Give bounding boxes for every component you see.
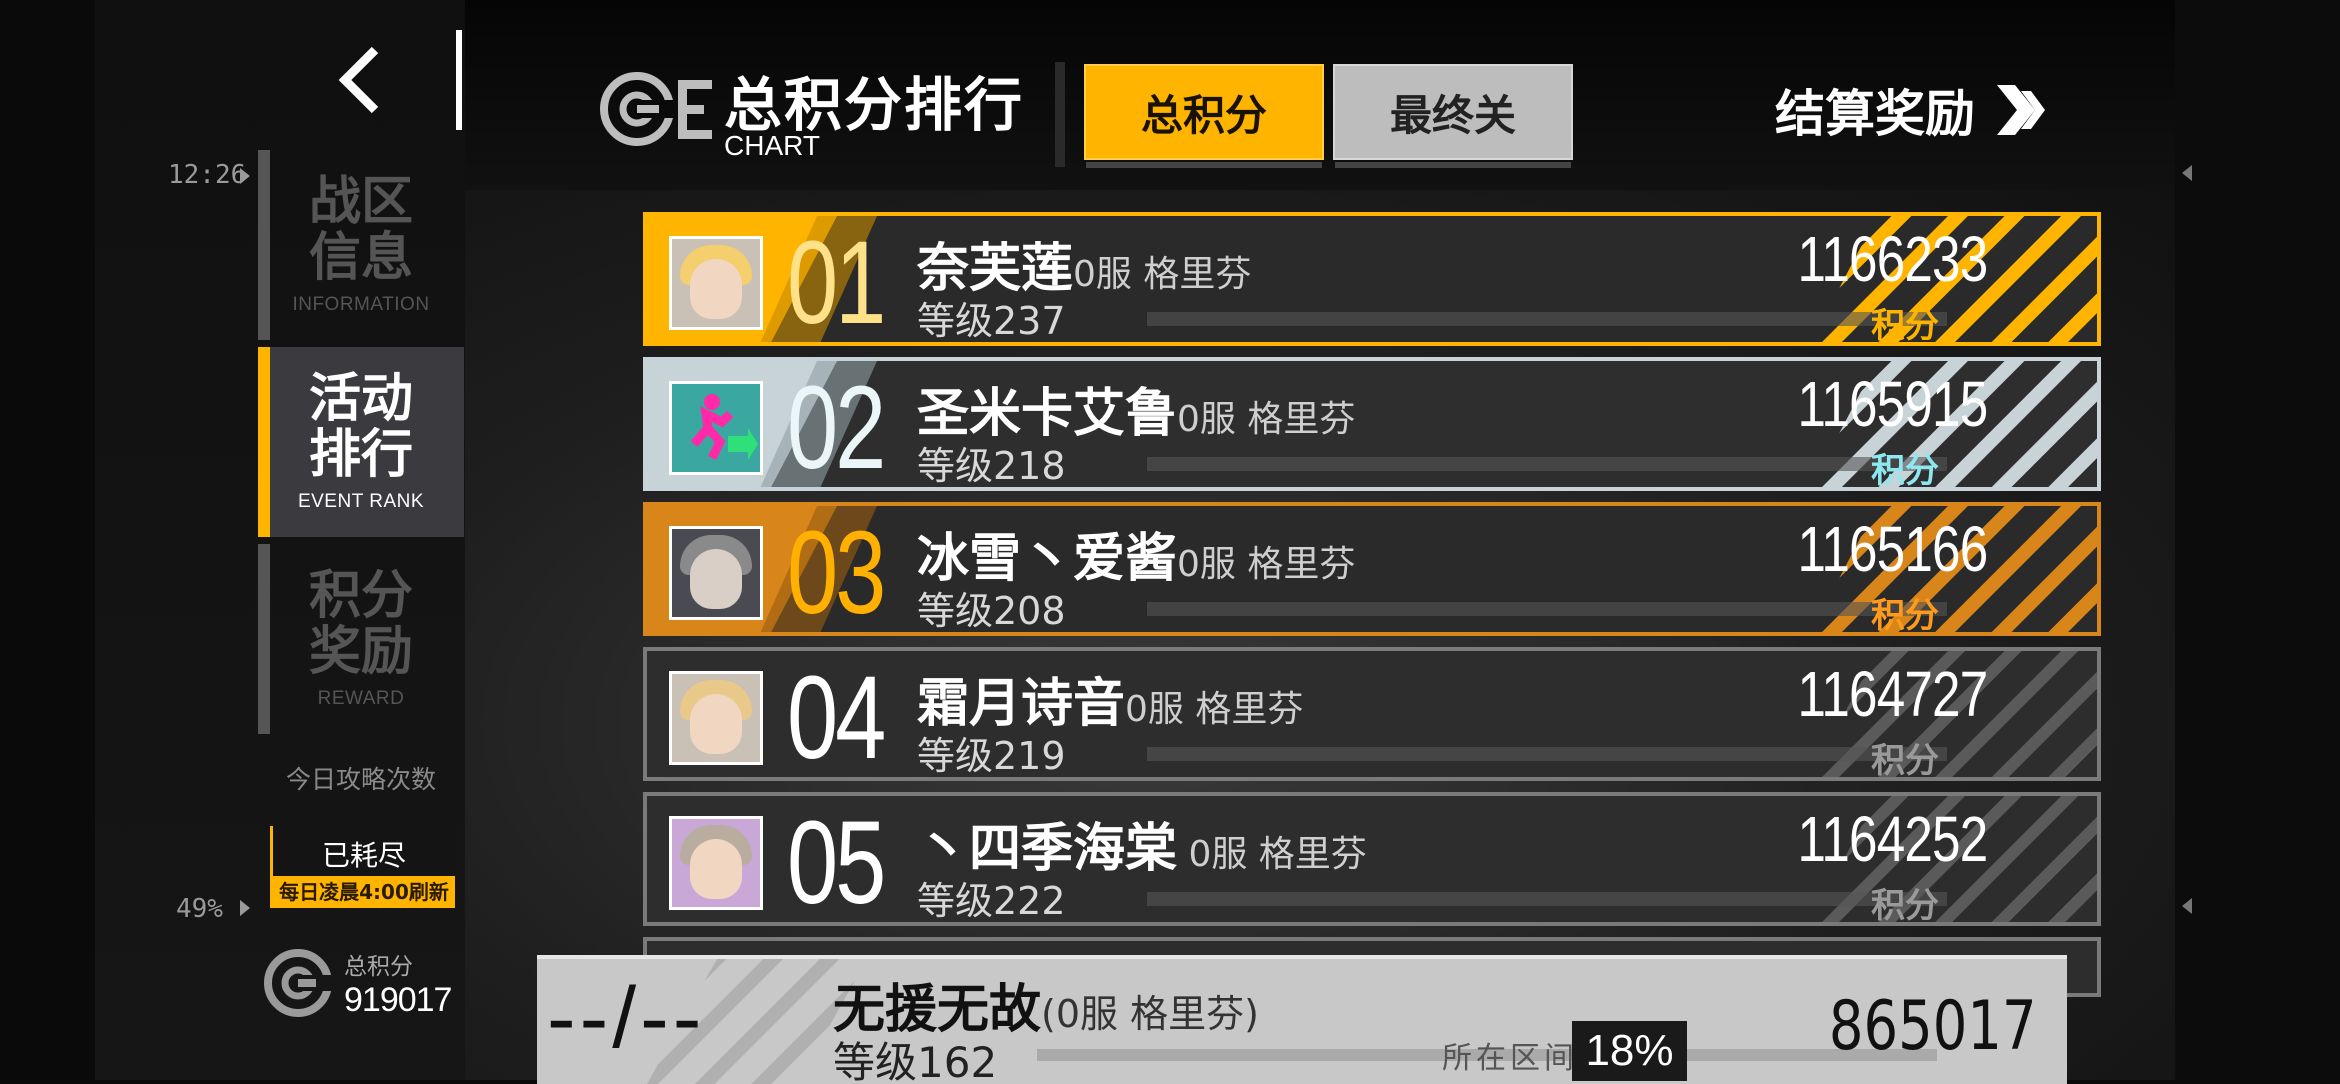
attempts-label: 今日攻略次数 (285, 765, 436, 794)
score-label: 积分 (1871, 596, 1939, 636)
player-level: 等级208 (917, 589, 1066, 633)
percentile-badge: 18% (1572, 1021, 1687, 1081)
rank-number: 01 (787, 217, 886, 346)
reward-button-label: 结算奖励 (1775, 84, 1975, 143)
my-level: 等级162 (833, 1038, 998, 1084)
player-level: 等级237 (917, 299, 1066, 343)
player-score: 1166233 (1797, 223, 1988, 295)
double-chevron-right-icon (1997, 85, 2045, 135)
edge-marker-icon (2182, 165, 2192, 181)
score-logo-icon (264, 949, 332, 1017)
player-level: 等级222 (917, 879, 1066, 923)
chevron-left-icon (338, 46, 379, 114)
rank-row-2[interactable]: 02 圣米卡艾鲁0服 格里芬 等级218 1165915 积分 (643, 357, 2101, 491)
player-score: 1164252 (1797, 803, 1988, 875)
nav-sublabel: REWARD (317, 688, 405, 709)
refresh-note: 每日凌晨4:00刷新 (273, 876, 455, 908)
nav-indicator (258, 347, 270, 537)
nav-label: 积分 奖励 (308, 565, 413, 682)
rank-row-4[interactable]: 04 霜月诗音0服 格里芬 等级219 1164727 积分 (643, 647, 2101, 781)
avatar (669, 236, 763, 330)
player-level: 等级218 (917, 444, 1066, 488)
total-score-box: 总积分 919017 (262, 938, 466, 1028)
nav-label: 战区 信息 (308, 171, 413, 288)
rank-row-5[interactable]: 05 丶四季海棠 0服 格里芬 等级222 1164252 积分 (643, 792, 2101, 926)
battery-readout: 49% (176, 894, 223, 924)
rank-number: 03 (787, 507, 886, 636)
tab-total-score[interactable]: 总积分 (1084, 64, 1324, 168)
nav-label: 活动 排行 (308, 368, 413, 485)
player-server: 0服 格里芬 (1177, 544, 1356, 585)
page-subtitle: CHART (724, 130, 820, 161)
avatar (669, 381, 763, 475)
my-rank: --/-- (547, 970, 706, 1066)
chart-logo-icon (600, 72, 712, 146)
player-score: 1165915 (1797, 368, 1988, 440)
exit-sign-icon (672, 384, 760, 472)
interval-label: 所在区间 (1442, 1041, 1578, 1076)
avatar (669, 816, 763, 910)
nav-item-reward[interactable]: 积分 奖励 REWARD (258, 544, 464, 734)
rank-number: 04 (787, 652, 886, 781)
rank-number: 02 (787, 362, 886, 491)
settlement-reward-button[interactable]: 结算奖励 (1775, 70, 2047, 150)
tab-final-stage[interactable]: 最终关 (1333, 64, 1573, 168)
rank-row-1[interactable]: 01 奈芙莲0服 格里芬 等级237 1166233 积分 (643, 212, 2101, 346)
my-server: (0服 格里芬) (1041, 992, 1259, 1036)
time-readout: 12:26 (168, 160, 247, 190)
rank-row-3[interactable]: 03 冰雪丶爱酱0服 格里芬 等级208 1165166 积分 (643, 502, 2101, 636)
nav-sublabel: EVENT RANK (297, 491, 425, 512)
player-server: 0服 格里芬 (1125, 689, 1304, 730)
player-score: 1164727 (1797, 658, 1988, 730)
score-label: 积分 (1871, 451, 1939, 491)
edge-marker-icon (240, 168, 250, 184)
nav-item-information[interactable]: 战区 信息 INFORMATION (258, 150, 464, 340)
edge-marker-icon (2182, 898, 2192, 914)
player-server: 0服 格里芬 (1177, 399, 1356, 440)
header-separator (1055, 62, 1065, 167)
edge-marker-icon (240, 900, 250, 916)
player-score: 1165166 (1797, 513, 1988, 585)
player-server: 0服 格里芬 (1073, 254, 1252, 295)
total-score-value: 919017 (344, 980, 452, 1019)
right-strip (2175, 0, 2340, 1080)
nav-indicator (258, 544, 270, 734)
nav-indicator (258, 150, 270, 340)
rank-number: 05 (787, 797, 886, 926)
player-level: 等级219 (917, 734, 1066, 778)
score-label: 积分 (1871, 741, 1939, 781)
back-button[interactable] (330, 40, 390, 120)
attempts-box: 已耗尽 每日凌晨4:00刷新 (270, 826, 455, 908)
avatar (669, 671, 763, 765)
my-score: 865017 (1829, 987, 2037, 1066)
nav-item-event-rank[interactable]: 活动 排行 EVENT RANK (258, 347, 464, 537)
player-server: 0服 格里芬 (1177, 834, 1367, 875)
my-rank-row: --/-- 无援无故(0服 格里芬) 等级162 所在区间 18% 865017 (537, 955, 2067, 1084)
attempts-value: 已耗尽 (321, 839, 406, 872)
score-label: 积分 (1871, 306, 1939, 346)
header-divider (456, 30, 462, 130)
avatar (669, 526, 763, 620)
score-label: 积分 (1871, 886, 1939, 926)
total-score-label: 总积分 (344, 953, 413, 980)
nav-sublabel: INFORMATION (292, 294, 430, 315)
